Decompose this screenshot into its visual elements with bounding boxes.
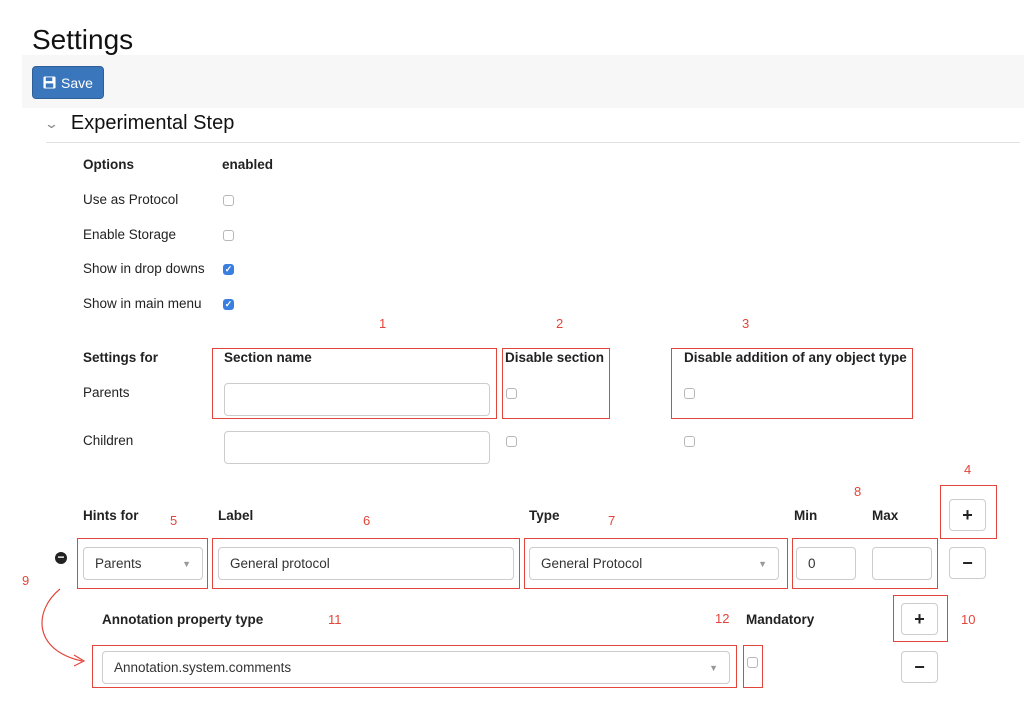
section-header[interactable]: ⌄ Experimental Step [44,112,235,135]
annotation-number-10: 10 [961,612,976,627]
settings-row-label-children: Children [83,433,134,448]
settings-row-label-parents: Parents [83,385,130,400]
annotation-number-11: 11 [328,612,342,627]
mandatory-header: Mandatory [746,612,815,627]
section-title: Experimental Step [70,112,235,134]
children-disable-section-checkbox[interactable] [506,436,517,447]
section-divider [46,142,1020,143]
annotation-box-type [524,538,788,589]
options-header: Options [83,157,134,172]
minus-circle-icon[interactable]: − [55,551,67,564]
label-header: Label [218,508,254,523]
save-button[interactable]: Save [32,66,104,99]
annotation-box-add-hint [940,485,997,539]
annotation-property-type-header: Annotation property type [102,612,264,627]
annotation-box-mandatory [743,645,763,688]
option-label-show-in-main-menu: Show in main menu [83,296,202,311]
annotation-box-disable-section [502,348,610,419]
annotation-number-1: 1 [379,316,387,331]
annotation-number-2: 2 [556,316,564,331]
page-title: Settings [32,24,134,55]
children-disable-addition-checkbox[interactable] [684,436,695,447]
chevron-down-icon[interactable]: ⌄ [44,116,59,132]
annotation-number-8: 8 [854,484,862,499]
annotation-box-add-annotation [893,595,948,642]
save-label: Save [61,74,93,91]
annotation-number-12: 12 [715,611,730,626]
annotation-box-label [212,538,520,589]
show-in-main-menu-checkbox[interactable]: ✓ [223,299,234,310]
annotation-box-disable-addition [671,348,913,419]
min-header: Min [794,508,818,523]
floppy-disk-icon [43,76,56,89]
use-as-protocol-checkbox[interactable] [223,195,234,206]
annotation-box-annotation-type [92,645,737,688]
annotation-box-min-max [792,538,938,589]
annotation-box-hints-for [77,538,208,589]
annotation-number-5: 5 [170,513,178,528]
remove-hint-button[interactable]: − [949,547,986,579]
remove-annotation-button[interactable]: − [901,651,938,683]
type-header: Type [529,508,560,523]
hints-for-header: Hints for [83,508,139,523]
annotation-number-3: 3 [742,316,750,331]
show-in-drop-downs-checkbox[interactable]: ✓ [223,264,234,275]
annotation-arrow [41,588,86,667]
enable-storage-checkbox[interactable] [223,230,234,241]
annotation-number-7: 7 [608,513,616,528]
max-header: Max [872,508,899,523]
settings-for-header: Settings for [83,350,159,365]
annotation-number-6: 6 [363,513,371,528]
option-label-enable-storage: Enable Storage [83,227,177,242]
children-section-name-input[interactable] [224,431,490,464]
option-label-use-as-protocol: Use as Protocol [83,192,179,207]
annotation-box-section-name [212,348,497,419]
annotation-number-4: 4 [964,462,972,477]
enabled-header: enabled [222,157,274,172]
option-label-show-in-drop-downs: Show in drop downs [83,261,205,276]
